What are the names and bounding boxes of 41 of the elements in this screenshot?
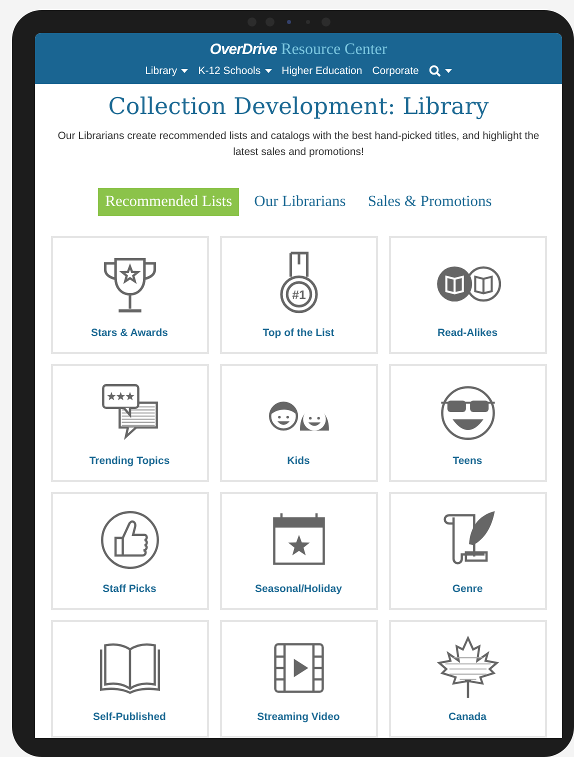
category-label: Kids: [287, 455, 310, 467]
category-label: Self-Published: [93, 711, 166, 723]
category-label: Canada: [448, 711, 486, 723]
nav-link[interactable]: Higher Education: [282, 64, 362, 76]
intro-text: Our Librarians create recommended lists and catalogs with the best hand-picked titles, and highlight the latest sales and promotions!: [56, 129, 540, 160]
nav-link[interactable]: Library: [145, 64, 188, 76]
search-menu[interactable]: [428, 64, 452, 76]
category-card[interactable]: Read-Alikes: [388, 236, 546, 354]
nav-link[interactable]: Corporate: [372, 64, 419, 76]
site-name: Resource Center: [281, 40, 388, 58]
category-label: Streaming Video: [257, 711, 340, 723]
category-label: Genre: [452, 583, 483, 595]
category-label: Seasonal/Holiday: [255, 583, 342, 595]
category-label: Top of the List: [262, 327, 334, 339]
category-card[interactable]: Canada: [388, 620, 546, 738]
category-card[interactable]: Streaming Video: [220, 620, 378, 738]
category-label: Stars & Awards: [90, 327, 168, 339]
category-card[interactable]: Self-Published: [50, 620, 208, 738]
maple-leaf-icon: [434, 635, 500, 701]
category-card[interactable]: Teens: [388, 364, 546, 482]
category-label: Trending Topics: [89, 455, 170, 467]
search-icon: [428, 64, 441, 76]
category-label: Staff Picks: [102, 583, 156, 595]
caret-icon: [264, 68, 272, 72]
tab[interactable]: Our Librarians: [247, 188, 353, 216]
category-card[interactable]: Staff Picks: [50, 492, 208, 610]
brand-logo[interactable]: OverDrive: [210, 40, 278, 58]
tab[interactable]: Sales & Promotions: [360, 188, 499, 216]
category-label: Teens: [452, 455, 482, 467]
camera-icon: [246, 16, 330, 26]
category-card[interactable]: Trending Topics: [50, 364, 208, 482]
page-title: Collection Development: Library: [108, 94, 489, 120]
category-label: Read-Alikes: [437, 327, 498, 339]
caret-icon: [181, 68, 188, 72]
nav-link[interactable]: K-12 Schools: [198, 64, 272, 76]
caret-icon: [444, 68, 452, 72]
category-card[interactable]: #1 Top of the List: [220, 236, 378, 354]
category-card[interactable]: Kids: [220, 364, 378, 482]
category-card[interactable]: Seasonal/Holiday: [220, 492, 378, 610]
category-card[interactable]: Genre: [388, 492, 546, 610]
category-card[interactable]: Stars & Awards: [50, 236, 208, 354]
